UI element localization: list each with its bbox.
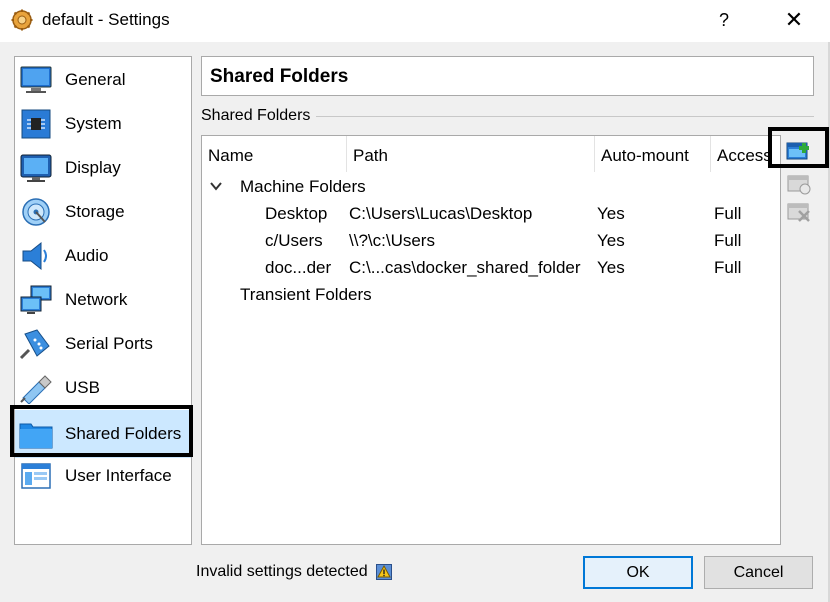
shared-folders-icon [19,423,53,449]
group-divider [316,116,814,117]
sidebar-item-user-interface[interactable]: User Interface [15,454,191,498]
group-label-transient-folders: Transient Folders [240,285,372,304]
page-title-box: Shared Folders [201,56,814,96]
cell-automount: Yes [597,231,625,250]
sidebar-item-serial-ports[interactable]: Serial Ports [15,322,191,366]
sidebar-item-shared-folders[interactable]: Shared Folders [15,410,191,458]
sidebar-item-label: User Interface [65,466,172,485]
table-row[interactable]: Desktop C:\Users\Lucas\Desktop Yes Full [202,201,780,228]
sidebar-item-system[interactable]: System [15,102,191,146]
group-label-machine-folders: Machine Folders [240,177,366,196]
display-icon [20,154,52,182]
group-label: Shared Folders [201,107,311,124]
title-bar: default - Settings ? ✕ [0,0,830,42]
sidebar-item-label: Serial Ports [65,334,153,353]
sidebar-item-label: Storage [65,202,125,221]
cell-access: Full [714,204,742,223]
cell-path: C:\...cas\docker_shared_folder [349,258,581,277]
shared-folders-table[interactable]: Name Path Auto-mount Access Machine Fold… [201,135,781,545]
cell-path: C:\Users\Lucas\Desktop [349,204,533,223]
cell-access: Full [714,258,742,277]
cell-name: Desktop [265,204,328,223]
add-shared-folder-icon[interactable] [785,137,811,163]
serial-ports-icon [19,329,50,360]
cell-path: \\?\c:\Users [349,231,435,250]
window-title: default - Settings [42,10,170,29]
sidebar-item-storage[interactable]: Storage [15,190,191,234]
cell-access: Full [714,231,742,250]
settings-sidebar: General System Display Storage Audio Net… [14,56,192,545]
page-title: Shared Folders [210,66,349,87]
sidebar-item-label: Audio [65,246,109,265]
sidebar-item-network[interactable]: Network [15,278,191,322]
sidebar-item-label: Display [65,158,121,177]
user-interface-icon [21,463,51,489]
storage-icon [22,198,50,226]
virtualbox-app-icon [11,9,33,31]
column-header-path[interactable]: Path [347,136,595,172]
audio-icon [22,241,47,271]
group-row-transient-folders[interactable]: Transient Folders [202,282,780,308]
chevron-down-icon[interactable] [210,180,222,192]
cell-name: doc...der [265,258,332,277]
warning-icon[interactable] [376,564,392,580]
sidebar-item-display[interactable]: Display [15,146,191,190]
status-message: Invalid settings detected [196,563,368,580]
sidebar-item-label: Shared Folders [65,424,182,443]
sidebar-item-usb[interactable]: USB [15,366,191,410]
general-icon [20,66,52,93]
network-icon [20,285,52,314]
help-button[interactable]: ? [712,7,736,33]
column-header-access[interactable]: Access [711,136,780,172]
ok-button[interactable]: OK [583,556,693,589]
column-header-name[interactable]: Name [202,136,347,172]
remove-shared-folder-icon[interactable] [786,198,812,224]
sidebar-item-label: Network [65,290,128,309]
cell-automount: Yes [597,258,625,277]
cancel-button[interactable]: Cancel [704,556,813,589]
cell-name: c/Users [265,231,323,250]
sidebar-item-label: System [65,114,122,133]
sidebar-item-label: USB [65,378,100,397]
sidebar-item-label: General [65,70,126,89]
usb-icon [20,375,52,404]
table-row[interactable]: c/Users \\?\c:\Users Yes Full [202,228,780,255]
system-icon [21,109,51,139]
column-header-automount[interactable]: Auto-mount [595,136,711,172]
table-row[interactable]: doc...der C:\...cas\docker_shared_folder… [202,255,780,282]
cell-automount: Yes [597,204,625,223]
group-row-machine-folders[interactable]: Machine Folders [202,174,780,200]
sidebar-item-general[interactable]: General [15,58,191,102]
close-button[interactable]: ✕ [781,7,807,33]
edit-shared-folder-icon[interactable] [786,170,812,196]
sidebar-item-audio[interactable]: Audio [15,234,191,278]
